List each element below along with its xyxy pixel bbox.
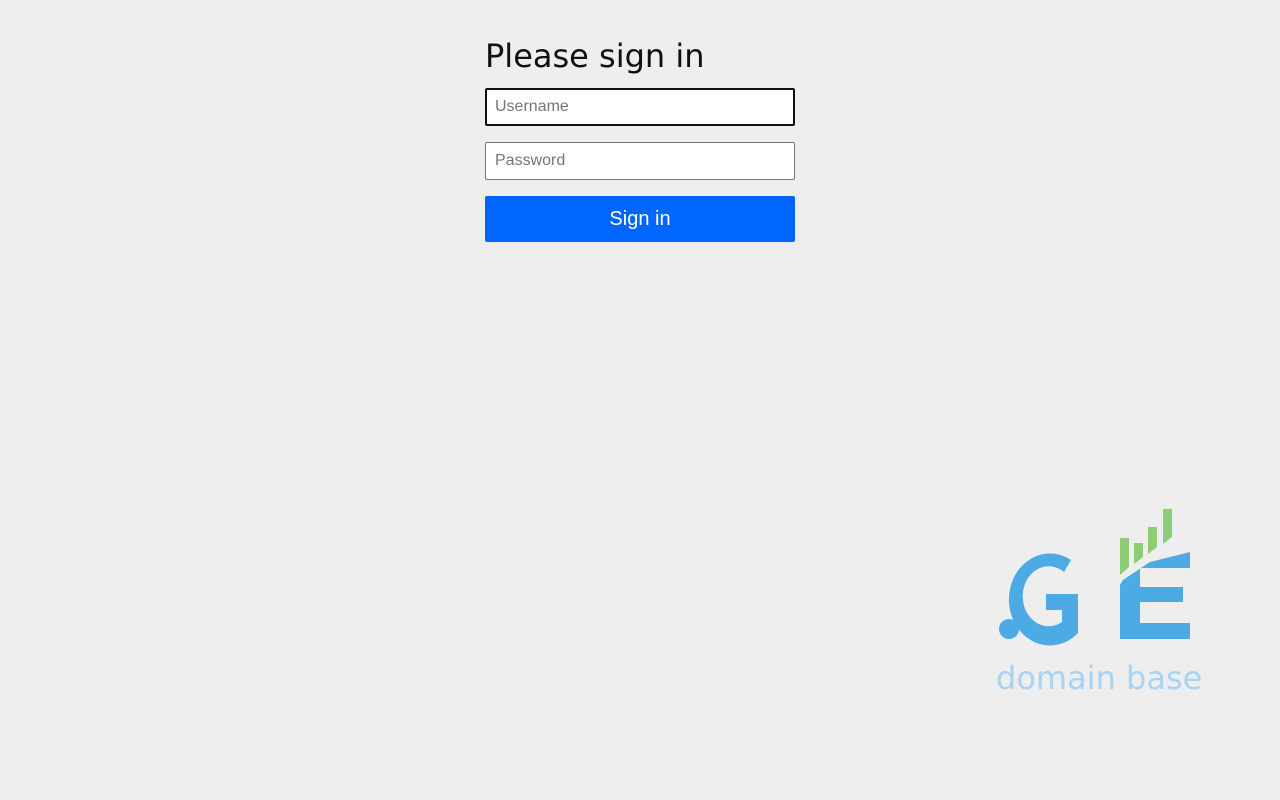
ge-logo-mark — [999, 509, 1190, 646]
logo-letter-g — [1008, 553, 1078, 646]
sign-in-button[interactable]: Sign in — [485, 196, 795, 242]
ge-logo: domain base — [990, 505, 1203, 700]
page-title: Please sign in — [485, 37, 705, 75]
username-input[interactable] — [485, 88, 795, 126]
signin-form: Please sign in Sign in — [485, 34, 795, 242]
logo-letter-e — [1120, 552, 1190, 639]
password-input[interactable] — [485, 142, 795, 180]
logo-tagline: domain base — [996, 659, 1203, 697]
